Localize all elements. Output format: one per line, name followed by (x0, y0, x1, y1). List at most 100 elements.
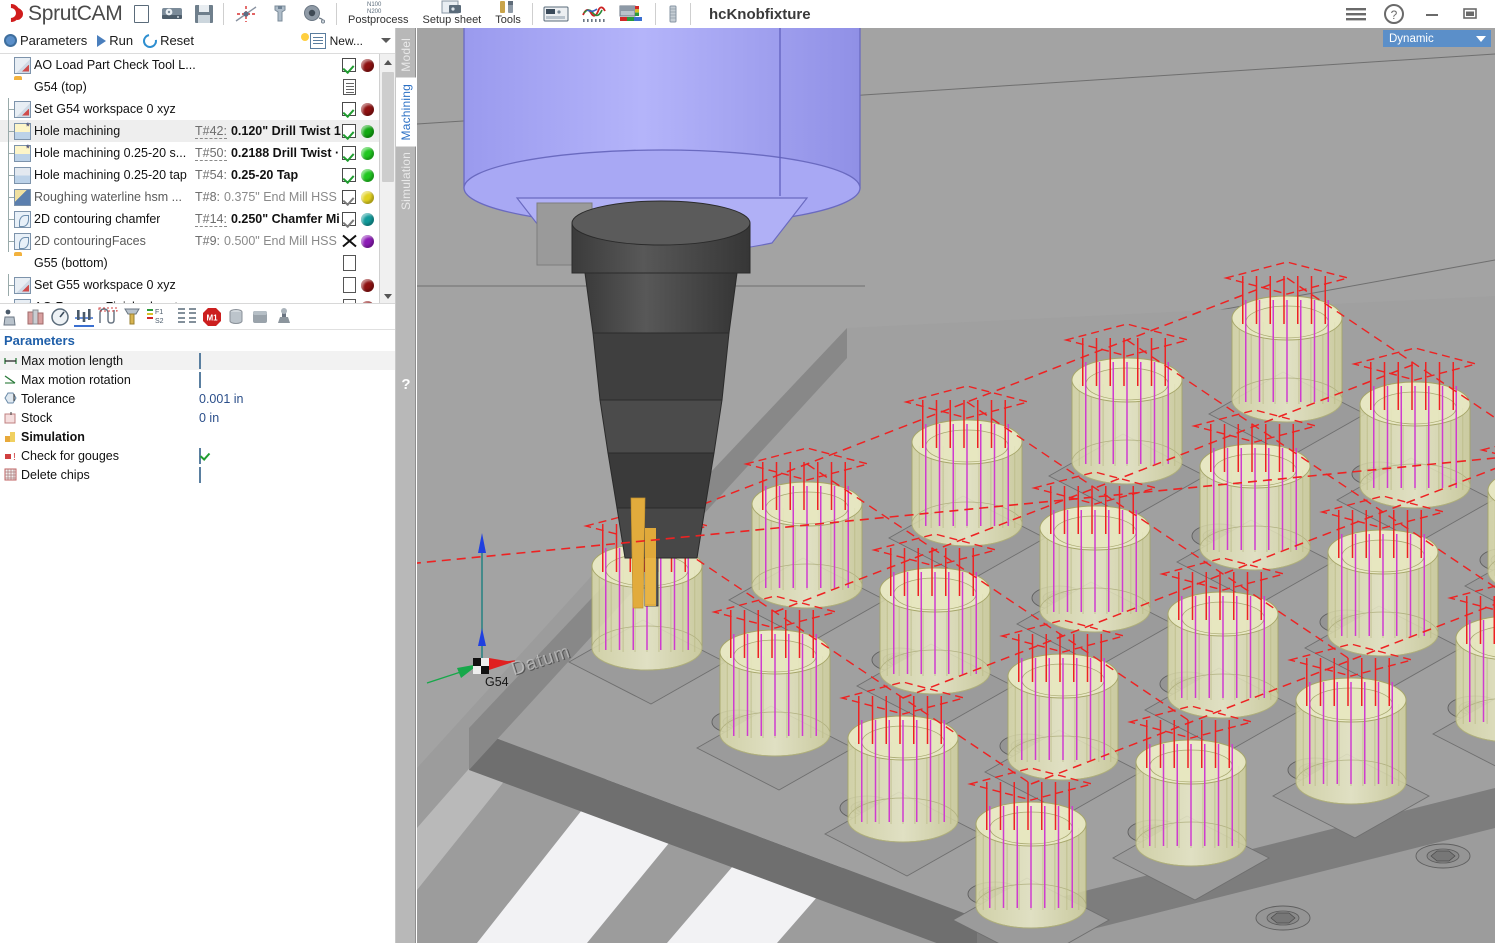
feedrate-icon[interactable]: F1 S2 (146, 307, 172, 327)
property-checkbox[interactable] (199, 352, 201, 369)
property-row[interactable]: Tolerance 0.001 in (0, 389, 395, 408)
machine-icon[interactable] (274, 307, 294, 327)
tree-row[interactable]: AO Remove Finished part (0, 296, 395, 303)
disabled-toggle[interactable] (340, 234, 358, 248)
tree-row[interactable]: Hole machining 0.25-20 s... T#50:0.2188 D… (0, 142, 395, 164)
computed-checkbox[interactable] (340, 146, 358, 160)
new-operation-label[interactable]: New... (330, 34, 363, 48)
property-label: Simulation (21, 429, 85, 444)
stock-block-icon[interactable] (250, 307, 270, 327)
strategy-icon[interactable] (74, 307, 94, 327)
property-checkbox[interactable] (199, 371, 201, 388)
scrollbar-thumb[interactable] (382, 72, 394, 182)
tree-row[interactable]: 2D contouringFaces T#9: 0.500" End Mill HS… (0, 230, 395, 252)
sheet-button[interactable] (340, 277, 358, 293)
machine-control-icon[interactable] (537, 0, 575, 28)
tape-measure-icon[interactable] (296, 0, 332, 28)
run-button[interactable]: Run (95, 31, 139, 50)
3d-viewport[interactable]: G54 Datum Datum Dynamic (417, 28, 1495, 943)
property-row[interactable]: Max motion rotation (0, 370, 395, 389)
computed-checkbox[interactable] (340, 168, 358, 182)
tools-button[interactable]: Tools (488, 0, 528, 28)
tree-row[interactable]: Hole machining T#42:0.120" Drill Twist 1 (0, 120, 395, 142)
gouge-icon: ! (4, 449, 17, 463)
tree-row[interactable]: G54 (top) (0, 76, 395, 98)
tree-scrollbar[interactable] (379, 54, 395, 303)
tree-row[interactable]: AO Load Part Check Tool L... (0, 54, 395, 76)
reset-button[interactable]: Reset (140, 30, 200, 51)
tree-row[interactable]: Hole machining 0.25-20 tap T#54: 0.25-20 T… (0, 164, 395, 186)
tree-row-label: Set G55 workspace 0 xyz (34, 278, 176, 292)
save-file-icon[interactable] (189, 0, 219, 28)
scroll-down-button[interactable] (380, 288, 395, 303)
tree-indent (4, 164, 14, 186)
approach-icon[interactable] (98, 307, 118, 327)
new-document-icon[interactable] (128, 0, 155, 28)
property-row[interactable]: Delete chips (0, 465, 395, 484)
color-scheme-icon[interactable] (613, 0, 651, 28)
operation-tree[interactable]: AO Load Part Check Tool L... G54 (top) Set… (0, 54, 395, 304)
chevron-down-icon[interactable] (381, 38, 391, 43)
property-row[interactable]: ! Check for gouges (0, 446, 395, 465)
chevron-down-icon[interactable] (1476, 35, 1486, 42)
feeds-speeds-icon[interactable] (50, 307, 70, 327)
property-value-cell[interactable] (197, 466, 201, 483)
computed-checkbox[interactable] (340, 190, 358, 204)
check-icon (342, 146, 356, 160)
property-row[interactable]: Simulation (0, 427, 395, 446)
tree-row-label: Hole machining 0.25-20 s... (34, 146, 187, 160)
app-logo: SprutCAM (0, 0, 128, 26)
open-file-icon[interactable] (155, 0, 189, 28)
property-value-cell[interactable] (197, 371, 201, 388)
tree-row[interactable]: G55 (bottom) (0, 252, 395, 274)
svg-text:M1: M1 (206, 313, 218, 322)
property-checkbox[interactable] (199, 466, 201, 483)
status-dot (360, 146, 374, 160)
help-icon[interactable]: ? (1375, 0, 1413, 28)
tree-row[interactable]: Set G55 workspace 0 xyz (0, 274, 395, 296)
minimize-button[interactable] (1413, 0, 1451, 28)
setup-sheet-button[interactable]: Setup sheet (416, 0, 489, 28)
property-value-cell[interactable] (197, 447, 201, 464)
stock-icon[interactable] (660, 0, 686, 28)
scroll-up-button[interactable] (380, 54, 395, 70)
tree-row[interactable]: Set G54 workspace 0 xyz (0, 98, 395, 120)
property-checkbox[interactable] (199, 447, 201, 464)
sheet-button[interactable] (340, 79, 358, 95)
computed-checkbox[interactable] (340, 102, 358, 116)
status-badge (359, 234, 375, 248)
coordinate-system-icon[interactable] (228, 0, 264, 28)
property-row[interactable]: Max motion length (0, 351, 395, 370)
postprocess-button[interactable]: N100 N200 Postprocess (341, 0, 416, 28)
computed-checkbox[interactable] (340, 124, 358, 138)
tab-machining[interactable]: Machining (396, 77, 416, 147)
menu-hamburger-icon[interactable] (1337, 0, 1375, 28)
sprutcam-window: SprutCAM N100 N200 Postprocess Setup she… (0, 0, 1495, 943)
stock-params-icon[interactable] (26, 307, 46, 327)
new-operation-icon[interactable] (309, 32, 326, 49)
parameters-button[interactable]: Parameters (2, 31, 93, 50)
tab-simulation[interactable]: Simulation (396, 146, 416, 216)
computed-checkbox[interactable] (340, 212, 358, 226)
property-row[interactable]: Stock 0 in (0, 408, 395, 427)
passes-icon[interactable] (176, 307, 198, 327)
tool-holder-icon[interactable] (122, 307, 142, 327)
reset-label: Reset (160, 33, 195, 48)
maximize-button[interactable] (1451, 0, 1489, 28)
sheet-button[interactable] (340, 255, 358, 271)
tab-model[interactable]: Model (396, 32, 416, 78)
tree-row[interactable]: Roughing waterline hsm ... T#8: 0.375" End… (0, 186, 395, 208)
tree-row[interactable]: 2D contouring chamfer T#14: 0.250" Chamfer… (0, 208, 395, 230)
document-icon (342, 79, 356, 95)
tool-params-icon[interactable] (2, 307, 22, 327)
property-value-cell[interactable] (197, 352, 201, 369)
caliper-icon[interactable] (264, 0, 296, 28)
computed-checkbox[interactable] (340, 58, 358, 72)
viewport-help-icon[interactable]: ? (396, 373, 416, 395)
rotation-icon (4, 373, 17, 386)
toolpath-graph-icon[interactable] (575, 0, 613, 28)
sheet-button[interactable] (340, 299, 358, 303)
view-mode-dropdown[interactable]: Dynamic (1383, 30, 1491, 47)
m1-stop-icon[interactable]: M1 (202, 307, 222, 327)
workpiece-icon[interactable] (226, 307, 246, 327)
